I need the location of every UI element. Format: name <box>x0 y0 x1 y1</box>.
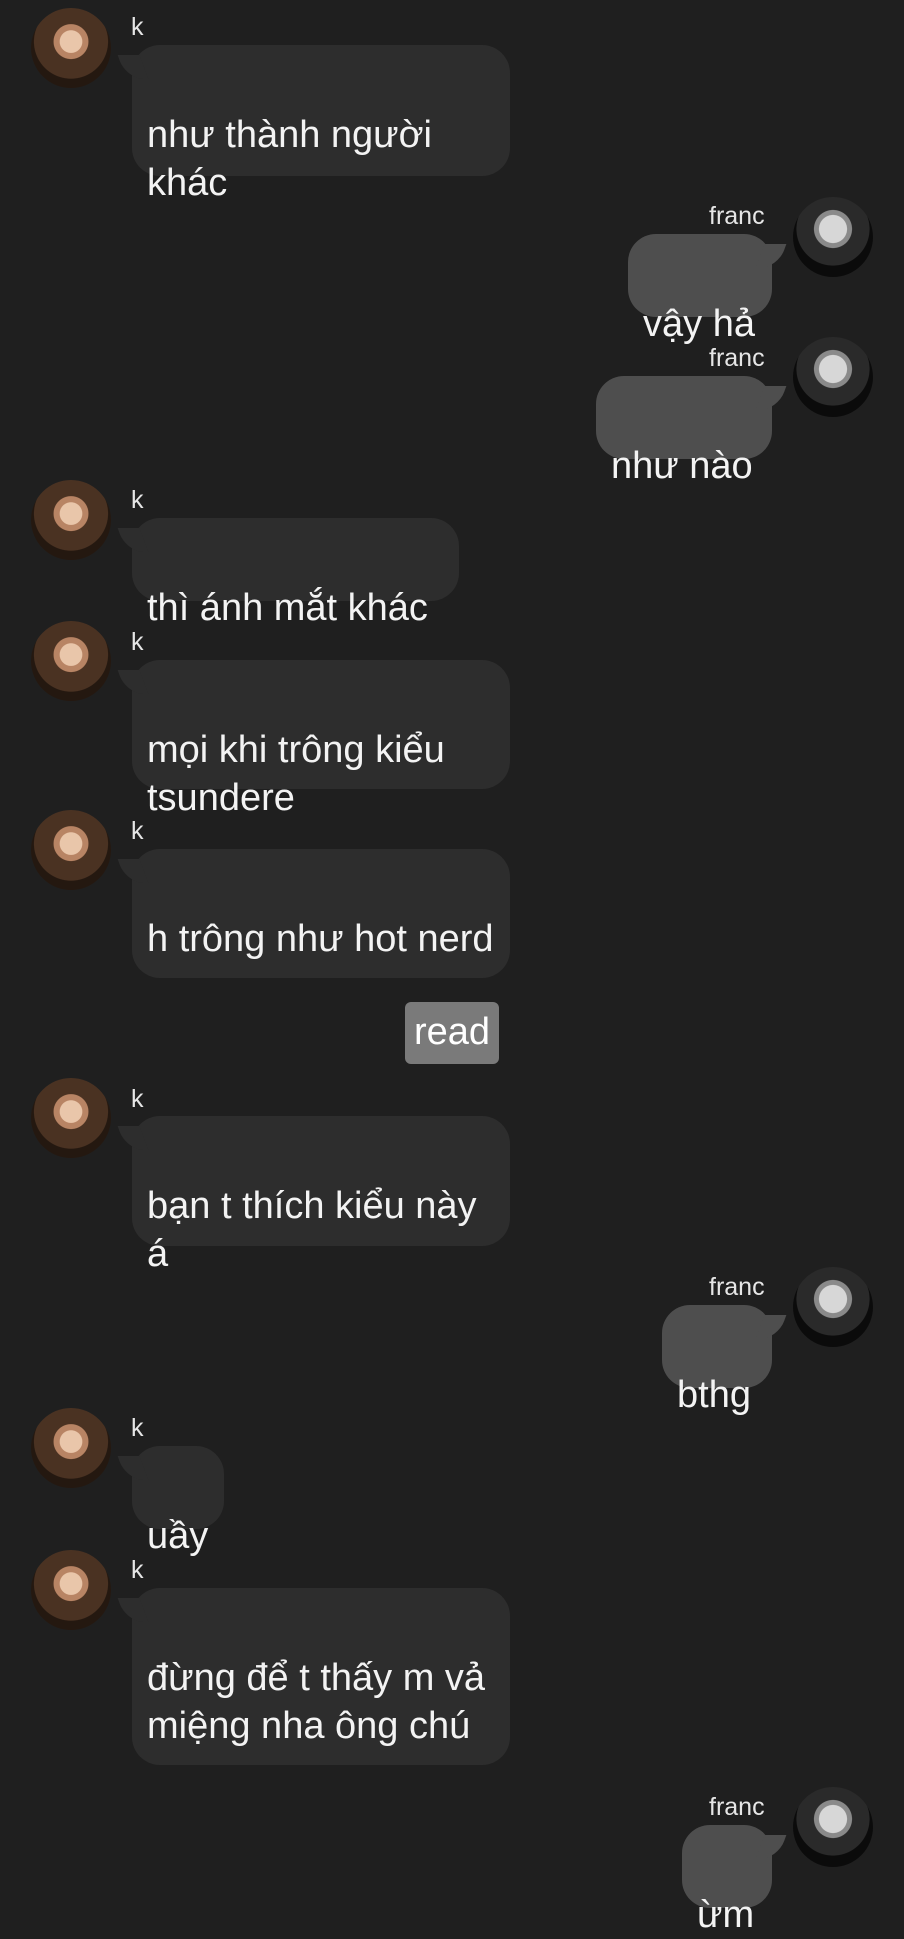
read-receipt: read <box>405 1002 499 1064</box>
sender-name: k <box>131 1414 144 1442</box>
sender-name: k <box>131 486 144 514</box>
avatar-k[interactable] <box>31 1408 111 1488</box>
message-text: đừng để t thấy m vả miệng nha ông chú <box>147 1657 486 1747</box>
message-bubble[interactable]: ừm <box>682 1825 772 1936</box>
message-bubble[interactable]: thì ánh mắt khác <box>132 518 459 629</box>
sender-name: franc <box>709 202 765 230</box>
avatar-franc[interactable] <box>793 337 873 417</box>
message-bubble[interactable]: vậy hả <box>628 234 772 345</box>
message-text: bạn t thích kiểu này á <box>147 1185 477 1275</box>
avatar-k[interactable] <box>31 1550 111 1630</box>
message-bubble[interactable]: bthg <box>662 1305 772 1416</box>
sender-name: k <box>131 1556 144 1584</box>
message-text: vậy hả <box>643 303 755 345</box>
sender-name: franc <box>709 344 765 372</box>
message-bubble[interactable]: như thành người khác <box>132 45 510 204</box>
message-bubble[interactable]: như nào <box>596 376 772 487</box>
message-text: ừm <box>697 1894 755 1936</box>
message-text: h trông như hot nerd <box>147 918 494 960</box>
avatar-franc[interactable] <box>793 1267 873 1347</box>
message-text: uầy <box>147 1515 209 1557</box>
sender-name: k <box>131 628 144 656</box>
message-bubble[interactable]: bạn t thích kiểu này á <box>132 1116 510 1275</box>
sender-name: franc <box>709 1273 765 1301</box>
sender-name: k <box>131 1085 144 1113</box>
message-bubble[interactable]: mọi khi trông kiểu tsundere <box>132 660 510 819</box>
message-text: thì ánh mắt khác <box>147 587 428 629</box>
avatar-k[interactable] <box>31 8 111 88</box>
message-bubble[interactable]: uầy <box>132 1446 224 1557</box>
avatar-k[interactable] <box>31 621 111 701</box>
avatar-k[interactable] <box>31 810 111 890</box>
sender-name: k <box>131 817 144 845</box>
avatar-k[interactable] <box>31 480 111 560</box>
avatar-franc[interactable] <box>793 1787 873 1867</box>
avatar-k[interactable] <box>31 1078 111 1158</box>
message-text: như nào <box>611 445 753 487</box>
message-text: mọi khi trông kiểu tsundere <box>147 729 445 819</box>
message-text: như thành người khác <box>147 114 432 204</box>
message-bubble[interactable]: đừng để t thấy m vả miệng nha ông chú <box>132 1588 510 1765</box>
sender-name: franc <box>709 1793 765 1821</box>
sender-name: k <box>131 13 144 41</box>
message-bubble[interactable]: h trông như hot nerd <box>132 849 510 978</box>
message-text: bthg <box>677 1374 751 1416</box>
avatar-franc[interactable] <box>793 197 873 277</box>
